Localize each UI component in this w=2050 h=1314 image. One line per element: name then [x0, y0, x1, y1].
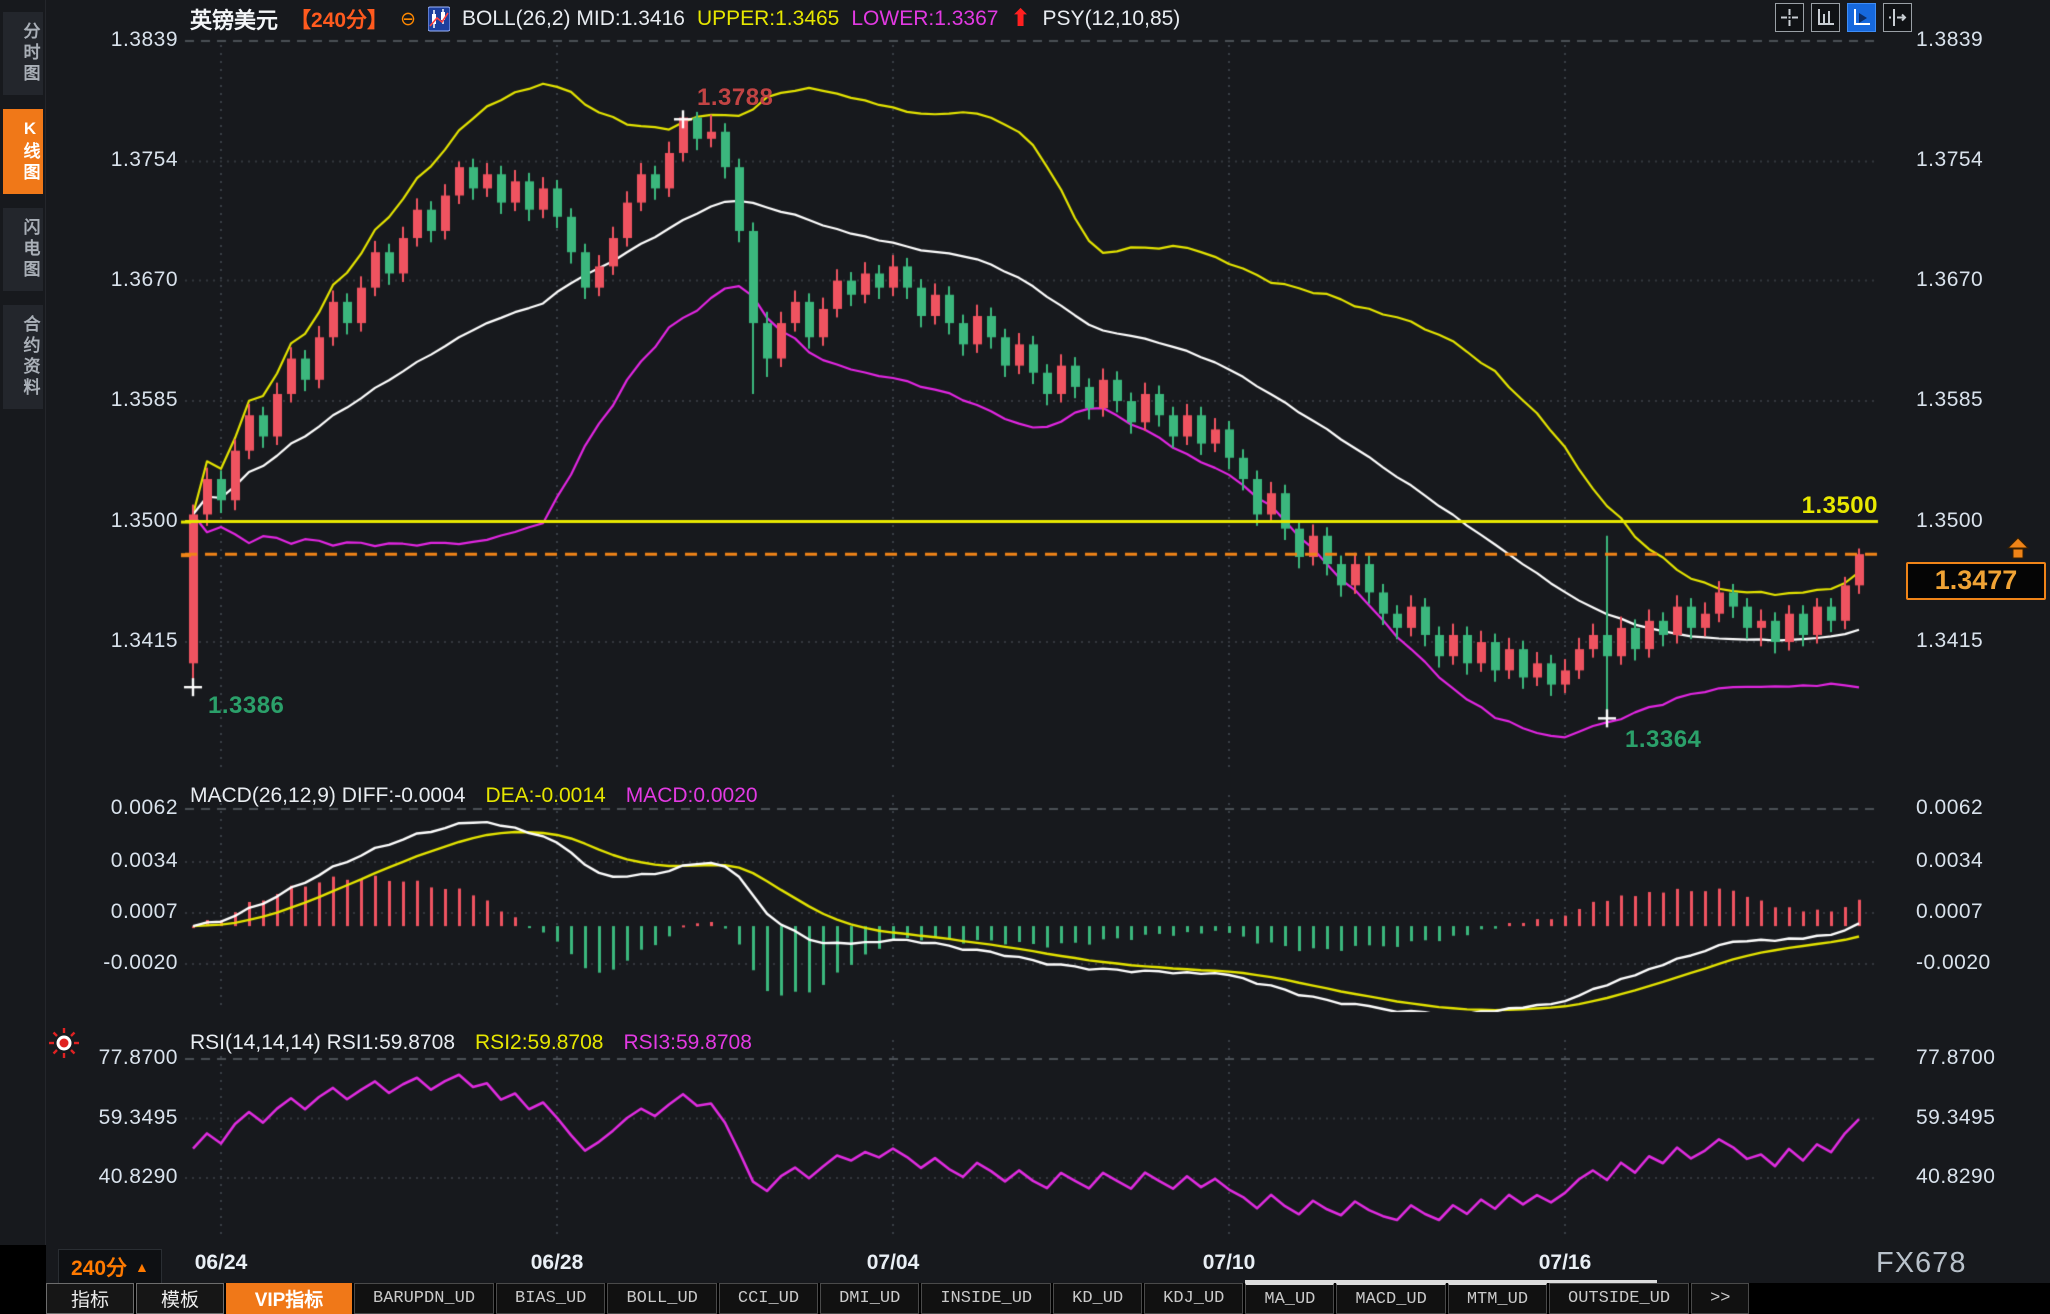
- date-label: 07/10: [1203, 1251, 1256, 1275]
- date-label: 06/28: [531, 1251, 584, 1275]
- boll-mid-readout: BOLL(26,2) MID:1.3416: [462, 7, 685, 31]
- macd-axis-label-right: -0.0020: [1916, 951, 1991, 975]
- period-selector-label: 240分: [71, 1252, 127, 1282]
- price-axis-label-right: 1.3754: [1916, 148, 1983, 172]
- price-axis-label-right: 1.3415: [1916, 629, 1983, 653]
- price-axis-label-left: 1.3754: [58, 148, 178, 172]
- axes-play-icon[interactable]: [1847, 3, 1876, 32]
- rsi2-readout: RSI2:59.8708: [475, 1031, 603, 1055]
- price-axis-label-right: 1.3670: [1916, 268, 1983, 292]
- period-selector-button[interactable]: 240分 ▲: [58, 1249, 162, 1285]
- rsi-axis-label-right: 77.8700: [1916, 1046, 1995, 1070]
- fx678-chart-app: { "app": { "watermark": "FX678" }, "side…: [0, 0, 2050, 1314]
- boll-upper-readout: UPPER:1.3465: [697, 7, 839, 31]
- price-axis-label-right: 1.3585: [1916, 388, 1983, 412]
- macd-axis-label-left: 0.0007: [58, 900, 178, 924]
- rsi-axis-label-right: 40.8290: [1916, 1165, 1995, 1189]
- low-price-annotation-right: 1.3364: [1625, 726, 1701, 754]
- price-axis-label-right: 1.3839: [1916, 28, 1983, 52]
- tab-barupdn_ud[interactable]: BARUPDN_UD: [354, 1283, 494, 1314]
- sidebar: 分时图 K线图闪电图合约资料: [0, 0, 46, 1245]
- sidebar-corner: [0, 1245, 46, 1314]
- tab-指标[interactable]: 指标: [46, 1283, 134, 1314]
- triangle-up-icon: ▲: [135, 1259, 149, 1275]
- macd-axis-label-left: -0.0020: [58, 951, 178, 975]
- tab-mtm_ud[interactable]: MTM_UD: [1448, 1283, 1547, 1314]
- bottom-tab-bar: 指标模板VIP指标BARUPDN_UDBIAS_UDBOLL_UDCCI_UDD…: [46, 1283, 2050, 1314]
- macd-axis-label-right: 0.0034: [1916, 849, 1983, 873]
- price-axis-label-left: 1.3415: [58, 629, 178, 653]
- candle-chart-icon[interactable]: [428, 6, 450, 32]
- crosshair-move-icon[interactable]: [1775, 3, 1804, 32]
- tab-inside_ud[interactable]: INSIDE_UD: [921, 1283, 1051, 1314]
- macd-axis-label-right: 0.0007: [1916, 900, 1983, 924]
- sidebar-item-2[interactable]: K线图: [3, 109, 43, 194]
- current-price-arrow-icon: [2004, 536, 2032, 565]
- sidebar-item-1[interactable]: 分时图: [3, 12, 43, 95]
- macd-axis-label-right: 0.0062: [1916, 796, 1983, 820]
- date-label: 07/04: [867, 1251, 920, 1275]
- macd-title-row: MACD(26,12,9) DIFF:-0.0004 DEA:-0.0014 M…: [190, 784, 758, 808]
- price-axis-label-left: 1.3670: [58, 268, 178, 292]
- sidebar-item-3[interactable]: 闪电图: [3, 208, 43, 291]
- tab-ma_ud[interactable]: MA_UD: [1245, 1283, 1334, 1314]
- price-axis-label-left: 1.3500: [58, 509, 178, 533]
- date-label: 06/24: [195, 1251, 248, 1275]
- price-axis-label-left: 1.3585: [58, 388, 178, 412]
- circle-minus-icon[interactable]: ⊖: [400, 8, 416, 31]
- price-axis-label-right: 1.3500: [1916, 509, 1983, 533]
- macd-dea-readout: DEA:-0.0014: [485, 784, 605, 808]
- rsi-axis-label-left: 59.3495: [58, 1106, 178, 1130]
- alarm-blink-icon[interactable]: [48, 1027, 80, 1059]
- tab-more[interactable]: >>: [1691, 1283, 1749, 1314]
- rsi-axis-label-right: 59.3495: [1916, 1106, 1995, 1130]
- macd-bar-readout: MACD:0.0020: [626, 784, 758, 808]
- tab-bias_ud[interactable]: BIAS_UD: [496, 1283, 605, 1314]
- brand-watermark: FX678: [1876, 1247, 1966, 1280]
- tab-kd_ud[interactable]: KD_UD: [1053, 1283, 1142, 1314]
- tab-boll_ud[interactable]: BOLL_UD: [607, 1283, 716, 1314]
- macd-diff-readout: MACD(26,12,9) DIFF:-0.0004: [190, 784, 465, 808]
- boll-lower-readout: LOWER:1.3367: [851, 7, 998, 31]
- rsi1-readout: RSI(14,14,14) RSI1:59.8708: [190, 1031, 455, 1055]
- symbol-name: 英镑美元: [190, 3, 278, 35]
- tab-kdj_ud[interactable]: KDJ_UD: [1144, 1283, 1243, 1314]
- rsi-axis-label-left: 40.8290: [58, 1165, 178, 1189]
- tab-VIP指标[interactable]: VIP指标: [226, 1283, 352, 1314]
- axes-bars-icon[interactable]: [1811, 3, 1840, 32]
- tab-模板[interactable]: 模板: [136, 1283, 224, 1314]
- low-price-annotation-left: 1.3386: [208, 692, 284, 720]
- macd-axis-label-left: 0.0062: [58, 796, 178, 820]
- tab-macd_ud[interactable]: MACD_UD: [1336, 1283, 1445, 1314]
- macd-axis-label-left: 0.0034: [58, 849, 178, 873]
- psy-readout: PSY(12,10,85): [1043, 7, 1181, 31]
- tab-outside_ud[interactable]: OUTSIDE_UD: [1549, 1283, 1689, 1314]
- hline-price-label: 1.3500: [1748, 492, 1878, 520]
- current-price-box: 1.3477: [1906, 562, 2046, 600]
- tab-cci_ud[interactable]: CCI_UD: [719, 1283, 818, 1314]
- rsi3-readout: RSI3:59.8708: [623, 1031, 751, 1055]
- price-axis-label-left: 1.3839: [58, 28, 178, 52]
- date-label: 07/16: [1539, 1251, 1592, 1275]
- chart-canvas[interactable]: [0, 0, 2050, 1314]
- high-price-annotation: 1.3788: [697, 84, 773, 112]
- chart-toolbar: [1775, 3, 1912, 32]
- up-arrow-icon: ⬆: [1010, 9, 1030, 29]
- rsi-title-row: RSI(14,14,14) RSI1:59.8708 RSI2:59.8708 …: [190, 1031, 752, 1055]
- tab-dmi_ud[interactable]: DMI_UD: [820, 1283, 919, 1314]
- chart-header: 英镑美元 【240分】 ⊖ BOLL(26,2) MID:1.3416 UPPE…: [190, 4, 1180, 34]
- axis-shift-icon[interactable]: [1883, 3, 1912, 32]
- sidebar-item-4[interactable]: 合约资料: [3, 305, 43, 409]
- period-label[interactable]: 【240分】: [290, 4, 388, 34]
